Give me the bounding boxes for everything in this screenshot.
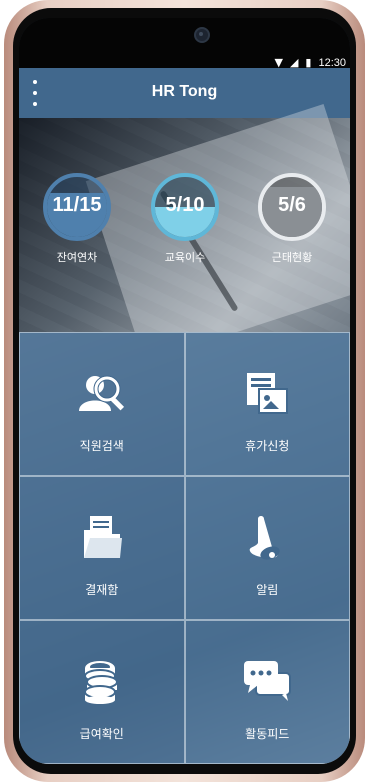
payroll-check-label: 급여확인 <box>79 727 124 741</box>
menu-grid: 직원검색 휴가신청 결재함 알림 급여확인 활동피드 <box>19 332 350 764</box>
notifications-label: 알림 <box>256 583 279 597</box>
bell-icon <box>241 511 293 563</box>
attendance-gauge: 5/6 <box>258 173 326 241</box>
stats-panel: 11/15 잔여연차 5/10 교육이수 5/6 근태현황 <box>19 104 350 362</box>
training-completion-label: 교육이수 <box>164 251 206 264</box>
remaining-leave-value: 11/15 <box>52 194 102 216</box>
app-screen: ▼ ◢ ▮ 12:30 HR Tong 11/15 잔여연차 5/10 교육이수 <box>19 18 350 764</box>
attendance-value: 5/6 <box>278 194 306 216</box>
approval-box-icon <box>76 511 128 563</box>
menu-employee-search[interactable]: 직원검색 <box>19 332 185 476</box>
status-bar: ▼ ◢ ▮ 12:30 <box>19 18 350 69</box>
stat-remaining-leave[interactable]: 11/15 잔여연차 <box>39 173 115 265</box>
front-camera <box>194 27 210 43</box>
menu-notifications[interactable]: 알림 <box>184 476 350 620</box>
menu-payroll-check[interactable]: 급여확인 <box>19 620 185 764</box>
activity-feed-label: 활동피드 <box>245 727 290 741</box>
training-completion-gauge: 5/10 <box>151 173 219 241</box>
attendance-label: 근태현황 <box>271 251 313 264</box>
menu-approval-box[interactable]: 결재함 <box>19 476 185 620</box>
vacation-request-icon <box>241 367 293 419</box>
training-completion-value: 5/10 <box>165 194 205 216</box>
chat-bubbles-icon <box>241 655 293 707</box>
remaining-leave-gauge: 11/15 <box>43 173 111 241</box>
approval-box-label: 결재함 <box>85 583 119 597</box>
vacation-request-label: 휴가신청 <box>245 439 290 453</box>
remaining-leave-label: 잔여연차 <box>56 251 98 264</box>
employee-search-icon <box>76 367 128 419</box>
stat-attendance[interactable]: 5/6 근태현황 <box>254 173 330 265</box>
employee-search-label: 직원검색 <box>79 439 124 453</box>
coins-icon <box>76 655 128 707</box>
status-time: 12:30 <box>318 56 346 69</box>
menu-activity-feed[interactable]: 활동피드 <box>184 620 350 764</box>
menu-vacation-request[interactable]: 휴가신청 <box>184 332 350 476</box>
app-title: HR Tong <box>151 83 218 100</box>
stat-training-completion[interactable]: 5/10 교육이수 <box>147 173 223 265</box>
